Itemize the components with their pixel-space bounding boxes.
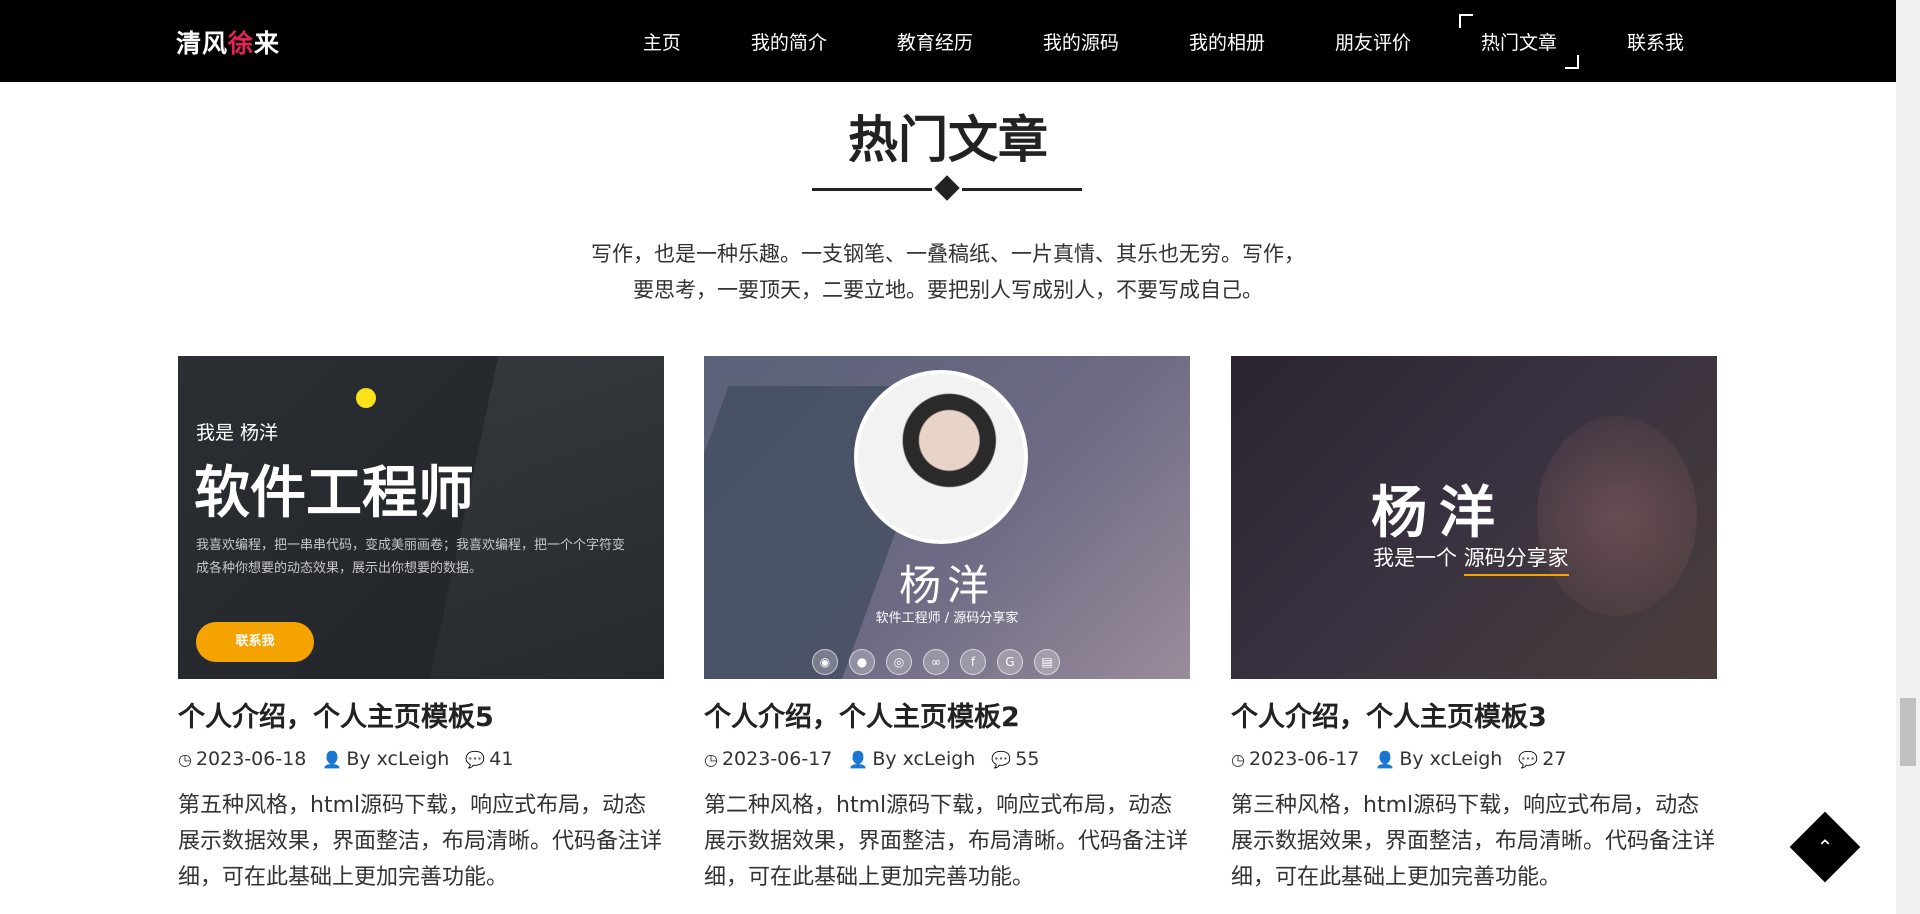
comment-count: 55 [1015,748,1040,770]
comment-count: 41 [489,748,514,770]
top-navbar: 清风徐来 主页 我的简介 教育经历 我的源码 我的相册 朋友评价 热门文章 联系… [0,0,1896,82]
section-intro: 写作，也是一种乐趣。一支钢笔、一叠稿纸、一片真情、其乐也无穷。写作， 要思考，一… [0,236,1896,308]
thumbnail-contact-button: 联系我 [196,622,314,662]
date-text: 2023-06-17 [721,748,833,770]
thumbnail-subtitle: 我是一个 源码分享家 [1373,542,1569,576]
subtitle-prefix: 我是一个 [1373,546,1464,570]
clock-icon: ◷ [178,749,192,769]
intro-line-2: 要思考，一要顶天，二要立地。要把别人写成别人，不要写成自己。 [633,278,1263,302]
thumbnail-greeting: 我是 杨洋 [196,422,279,444]
google-plus-icon: G [997,649,1023,675]
weibo-icon: ◎ [886,649,912,675]
comments-icon: 💬 [991,749,1012,769]
clock-icon: ◷ [704,749,718,769]
subtitle-highlight: 源码分享家 [1463,546,1569,576]
mail-icon: ▤ [1034,649,1060,675]
author-name[interactable]: xcLeigh [1430,748,1503,770]
nav-item-reviews[interactable]: 朋友评价 [1323,28,1423,55]
article-description: 第三种风格，html源码下载，响应式布局，动态展示数据效果，界面整洁，布局清晰。… [1231,793,1716,890]
article-date: ◷ 2023-06-18 [178,748,306,770]
article-description: 第五种风格，html源码下载，响应式布局，动态展示数据效果，界面整洁，布局清晰。… [178,793,663,890]
article-thumbnail[interactable]: 杨洋 软件工程师 / 源码分享家 ◉ ● ◎ ∞ f G ▤ [704,356,1190,679]
author-name[interactable]: xcLeigh [377,748,450,770]
divider-diamond-icon [934,175,960,201]
social-icons: ◉ ● ◎ ∞ f G ▤ [812,649,1071,675]
by-text: By [1399,748,1424,770]
wechat-icon: ◉ [812,649,838,675]
thumbnail-headline: 软件工程师 [194,460,474,526]
author-name[interactable]: xcLeigh [903,748,976,770]
page-scrollbar[interactable] [1896,0,1920,914]
user-icon: 👤 [1375,749,1396,769]
profile-avatar [854,370,1028,544]
nav-item-hot-articles[interactable]: 热门文章 [1458,13,1580,69]
article-comments: 💬 41 [465,748,513,770]
thumbnail-name: 杨洋 [898,561,995,610]
site-logo[interactable]: 清风徐来 [176,24,280,60]
article-description: 第二种风格，html源码下载，响应式布局，动态展示数据效果，界面整洁，布局清晰。… [704,793,1189,890]
user-icon: 👤 [848,749,869,769]
article-thumbnail[interactable]: 我是 杨洋 软件工程师 我喜欢编程，把一串串代码，变成美丽画卷；我喜欢编程，把一… [178,356,664,679]
by-text: By [346,748,371,770]
user-icon: 👤 [322,749,343,769]
article-meta: ◷ 2023-06-18 👤 By xcLeigh 💬 41 [178,748,664,770]
article-date: ◷ 2023-06-17 [704,748,832,770]
article-comments: 💬 27 [1518,748,1566,770]
nav-item-education[interactable]: 教育经历 [885,28,985,55]
article-card: 杨洋 软件工程师 / 源码分享家 ◉ ● ◎ ∞ f G ▤ 个人介绍，个人主页… [704,356,1190,896]
logo-text-accent: 徐 [228,29,255,58]
divider-line-right [962,188,1082,191]
main-nav: 主页 我的简介 教育经历 我的源码 我的相册 朋友评价 热门文章 联系我 [585,0,1696,82]
thumbnail-subtitle: 软件工程师 / 源码分享家 [875,611,1019,626]
article-author: 👤 By xcLeigh [1375,748,1502,770]
nav-item-contact[interactable]: 联系我 [1615,28,1696,55]
intro-line-1: 写作，也是一种乐趣。一支钢笔、一叠稿纸、一片真情、其乐也无穷。写作， [591,242,1305,266]
title-divider [812,175,1082,201]
date-text: 2023-06-17 [1248,748,1360,770]
article-author: 👤 By xcLeigh [848,748,975,770]
article-meta: ◷ 2023-06-17 👤 By xcLeigh 💬 27 [1231,748,1717,770]
article-author: 👤 By xcLeigh [322,748,449,770]
article-comments: 💬 55 [991,748,1039,770]
comments-icon: 💬 [1518,749,1539,769]
logo-text-2: 来 [254,29,281,58]
article-meta: ◷ 2023-06-17 👤 By xcLeigh 💬 55 [704,748,1190,770]
article-thumbnail[interactable]: 杨洋 我是一个 源码分享家 [1231,356,1717,679]
nav-item-home[interactable]: 主页 [631,28,693,55]
thumbnail-decoration-dot [356,388,376,408]
article-card: 我是 杨洋 软件工程师 我喜欢编程，把一串串代码，变成美丽画卷；我喜欢编程，把一… [178,356,664,896]
nav-item-profile[interactable]: 我的简介 [739,28,839,55]
nav-item-album[interactable]: 我的相册 [1177,28,1277,55]
comment-count: 27 [1542,748,1567,770]
thumbnail-name: 杨洋 [1371,481,1507,546]
date-text: 2023-06-18 [195,748,307,770]
back-to-top-button[interactable]: ⌃ [1789,811,1861,883]
nav-item-source-code[interactable]: 我的源码 [1031,28,1131,55]
article-card: 杨洋 我是一个 源码分享家 个人介绍，个人主页模板3 ◷ 2023-06-17 👤… [1231,356,1717,896]
by-text: By [872,748,897,770]
article-title[interactable]: 个人介绍，个人主页模板3 [1231,695,1717,734]
article-date: ◷ 2023-06-17 [1231,748,1359,770]
thumbnail-decoration [1537,416,1697,616]
link-icon: ∞ [923,649,949,675]
scrollbar-thumb[interactable] [1900,698,1916,766]
clock-icon: ◷ [1231,749,1245,769]
qq-icon: ● [849,649,875,675]
chevron-up-icon: ⌃ [1816,835,1834,859]
thumbnail-text: 我喜欢编程，把一串串代码，变成美丽画卷；我喜欢编程，把一个个字符变成各种你想要的… [196,538,626,576]
article-title[interactable]: 个人介绍，个人主页模板5 [178,695,664,734]
divider-line-left [812,188,932,191]
section-title: 热门文章 [848,111,1048,169]
facebook-icon: f [960,649,986,675]
logo-text-1: 清风 [176,29,229,58]
comments-icon: 💬 [465,749,486,769]
article-title[interactable]: 个人介绍，个人主页模板2 [704,695,1190,734]
